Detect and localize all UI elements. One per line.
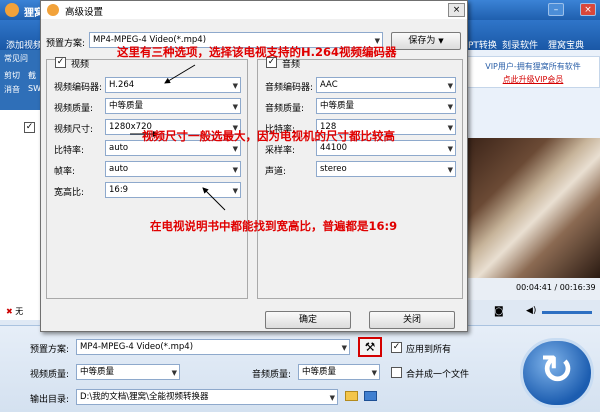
arrow-encoder: [164, 64, 196, 84]
arrow-aspect: [202, 187, 226, 211]
annotation-arrows: [130, 64, 226, 211]
annotation-size-note: 视频尺寸一般选最大，因为电视机的尺寸都比较高: [142, 129, 395, 143]
annotation-encoder-note: 这里有三种选项，选择该电视支持的H.264视频编码器: [117, 45, 397, 59]
annotation-aspect-note: 在电视说明书中都能找到宽高比，普遍都是16:9: [150, 219, 398, 233]
